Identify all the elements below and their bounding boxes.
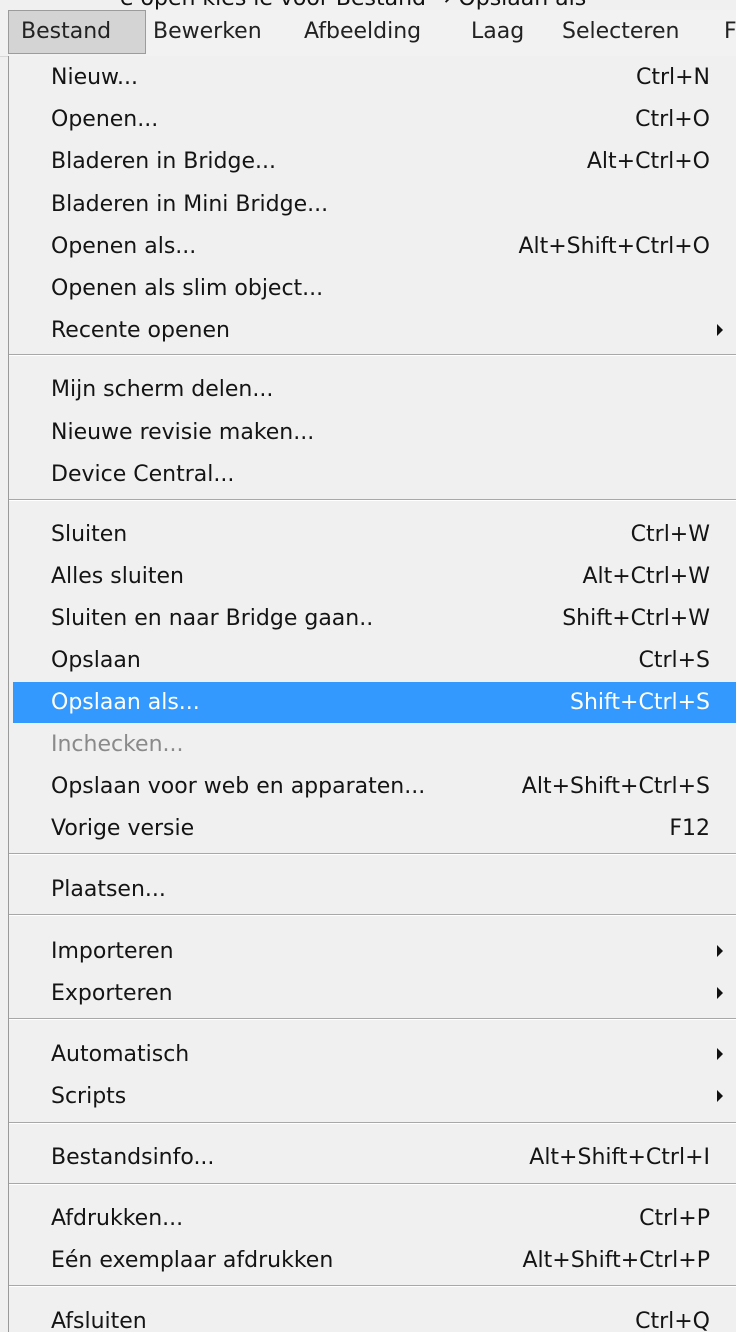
menu-item-opslaan-voor-web[interactable]: Opslaan voor web en apparaten... Alt+Shi… bbox=[9, 766, 736, 807]
menu-item-afdrukken[interactable]: Afdrukken... Ctrl+P bbox=[9, 1198, 736, 1239]
menu-item-bladeren-in-mini-bridge[interactable]: Bladeren in Mini Bridge... bbox=[9, 184, 736, 225]
menu-item-shortcut: Ctrl+S bbox=[638, 648, 710, 673]
menu-item-plaatsen[interactable]: Plaatsen... bbox=[9, 869, 736, 910]
menu-item-scripts[interactable]: Scripts bbox=[9, 1076, 736, 1117]
menu-item-shortcut: Alt+Shift+Ctrl+I bbox=[529, 1145, 710, 1170]
menu-item-shortcut: Alt+Shift+Ctrl+S bbox=[521, 774, 710, 799]
menu-item-shortcut: Alt+Ctrl+W bbox=[582, 564, 710, 589]
menu-item-shortcut: Ctrl+P bbox=[639, 1206, 710, 1231]
menu-item-inchecken: Inchecken... bbox=[9, 724, 736, 765]
clipped-caption: e open kies ie voor Bestand → Opslaan al… bbox=[0, 0, 736, 10]
menu-item-mijn-scherm-delen[interactable]: Mijn scherm delen... bbox=[9, 369, 736, 410]
submenu-arrow-icon bbox=[717, 324, 723, 336]
menu-item-label: Device Central... bbox=[51, 462, 235, 487]
menu-item-openen[interactable]: Openen... Ctrl+O bbox=[9, 99, 736, 140]
menu-item-nieuw[interactable]: Nieuw... Ctrl+N bbox=[9, 57, 736, 98]
menu-item-shortcut: Ctrl+N bbox=[635, 65, 710, 90]
menubar-item-afbeelding[interactable]: Afbeelding bbox=[304, 10, 421, 54]
menu-item-shortcut: Alt+Shift+Ctrl+O bbox=[518, 234, 710, 259]
menu-separator bbox=[9, 1018, 736, 1020]
menu-item-label: Opslaan als... bbox=[51, 690, 200, 715]
menu-item-shortcut: F12 bbox=[669, 816, 710, 841]
menu-item-opslaan-als[interactable]: Opslaan als... Shift+Ctrl+S bbox=[13, 682, 736, 723]
menu-item-label: Alles sluiten bbox=[51, 564, 184, 589]
menu-item-label: Afdrukken... bbox=[51, 1206, 184, 1231]
menu-item-label: Bladeren in Bridge... bbox=[51, 149, 276, 174]
menubar-item-laag[interactable]: Laag bbox=[471, 10, 524, 54]
menubar-item-clipped[interactable]: F bbox=[724, 10, 736, 54]
menubar-item-bestand[interactable]: Bestand bbox=[8, 10, 146, 54]
menu-separator bbox=[9, 1285, 736, 1287]
menu-separator bbox=[9, 914, 736, 916]
menu-item-exporteren[interactable]: Exporteren bbox=[9, 973, 736, 1014]
menu-item-bestandsinfo[interactable]: Bestandsinfo... Alt+Shift+Ctrl+I bbox=[9, 1137, 736, 1178]
menu-item-label: Opslaan bbox=[51, 648, 141, 673]
submenu-arrow-icon bbox=[717, 1048, 723, 1060]
menu-item-label: Mijn scherm delen... bbox=[51, 377, 274, 402]
clipped-caption-text: e open kies ie voor Bestand → Opslaan al… bbox=[120, 0, 586, 10]
menu-item-shortcut: Ctrl+W bbox=[630, 522, 710, 547]
menu-item-sluiten-en-naar-bridge[interactable]: Sluiten en naar Bridge gaan.. Shift+Ctrl… bbox=[9, 598, 736, 639]
menu-item-openen-als-slim-object[interactable]: Openen als slim object... bbox=[9, 268, 736, 309]
menu-item-opslaan[interactable]: Opslaan Ctrl+S bbox=[9, 640, 736, 681]
menu-item-shortcut: Ctrl+O bbox=[635, 107, 710, 132]
menu-item-label: Sluiten bbox=[51, 522, 128, 547]
submenu-arrow-icon bbox=[717, 1090, 723, 1102]
screen: e open kies ie voor Bestand → Opslaan al… bbox=[0, 0, 736, 1332]
menu-item-bladeren-in-bridge[interactable]: Bladeren in Bridge... Alt+Ctrl+O bbox=[9, 141, 736, 182]
menu-item-shortcut: Shift+Ctrl+W bbox=[562, 606, 710, 631]
menu-item-label: Openen als... bbox=[51, 234, 197, 259]
menu-item-label: Plaatsen... bbox=[51, 877, 166, 902]
menu-item-label: Opslaan voor web en apparaten... bbox=[51, 774, 426, 799]
menu-separator bbox=[9, 1122, 736, 1124]
menubar-item-selecteren[interactable]: Selecteren bbox=[562, 10, 679, 54]
menu-item-label: Importeren bbox=[51, 939, 174, 964]
menu-item-label: Sluiten en naar Bridge gaan.. bbox=[51, 606, 374, 631]
menu-item-afsluiten[interactable]: Afsluiten Ctrl+Q bbox=[9, 1301, 736, 1332]
menu-item-recente-openen[interactable]: Recente openen bbox=[9, 310, 736, 351]
menu-item-label: Exporteren bbox=[51, 981, 173, 1006]
menubar: Bestand Bewerken Afbeelding Laag Selecte… bbox=[0, 10, 736, 57]
menu-item-label: Bladeren in Mini Bridge... bbox=[51, 192, 329, 217]
menu-item-shortcut: Shift+Ctrl+S bbox=[570, 690, 710, 715]
menu-item-importeren[interactable]: Importeren bbox=[9, 931, 736, 972]
menu-item-label: Automatisch bbox=[51, 1042, 190, 1067]
submenu-arrow-icon bbox=[717, 945, 723, 957]
menu-item-label: Nieuw... bbox=[51, 65, 139, 90]
menu-item-shortcut: Ctrl+Q bbox=[635, 1309, 710, 1332]
menu-separator bbox=[9, 853, 736, 855]
menu-item-nieuwe-revisie-maken[interactable]: Nieuwe revisie maken... bbox=[9, 412, 736, 453]
menubar-item-bewerken[interactable]: Bewerken bbox=[153, 10, 262, 54]
menu-separator bbox=[9, 499, 736, 501]
menu-separator bbox=[9, 354, 736, 356]
menu-item-automatisch[interactable]: Automatisch bbox=[9, 1034, 736, 1075]
file-menu-dropdown: Nieuw... Ctrl+N Openen... Ctrl+O Bladere… bbox=[8, 56, 736, 1332]
menu-item-shortcut: Alt+Ctrl+O bbox=[586, 149, 710, 174]
menu-item-label: Nieuwe revisie maken... bbox=[51, 420, 315, 445]
menu-item-vorige-versie[interactable]: Vorige versie F12 bbox=[9, 808, 736, 849]
menu-item-label: Openen als slim object... bbox=[51, 276, 324, 301]
menu-item-alles-sluiten[interactable]: Alles sluiten Alt+Ctrl+W bbox=[9, 556, 736, 597]
menu-item-label: Recente openen bbox=[51, 318, 230, 343]
menu-item-label: Vorige versie bbox=[51, 816, 195, 841]
menu-item-label: Bestandsinfo... bbox=[51, 1145, 215, 1170]
menu-item-sluiten[interactable]: Sluiten Ctrl+W bbox=[9, 514, 736, 555]
menu-item-openen-als[interactable]: Openen als... Alt+Shift+Ctrl+O bbox=[9, 226, 736, 267]
menu-item-label: Inchecken... bbox=[51, 732, 184, 757]
menu-item-label: Eén exemplaar afdrukken bbox=[51, 1248, 334, 1273]
menu-item-device-central[interactable]: Device Central... bbox=[9, 454, 736, 495]
menu-item-label: Afsluiten bbox=[51, 1309, 147, 1332]
menu-item-shortcut: Alt+Shift+Ctrl+P bbox=[522, 1248, 710, 1273]
menu-item-een-exemplaar-afdrukken[interactable]: Eén exemplaar afdrukken Alt+Shift+Ctrl+P bbox=[9, 1240, 736, 1281]
menu-item-label: Openen... bbox=[51, 107, 159, 132]
menu-separator bbox=[9, 1183, 736, 1185]
menu-item-label: Scripts bbox=[51, 1084, 127, 1109]
submenu-arrow-icon bbox=[717, 987, 723, 999]
